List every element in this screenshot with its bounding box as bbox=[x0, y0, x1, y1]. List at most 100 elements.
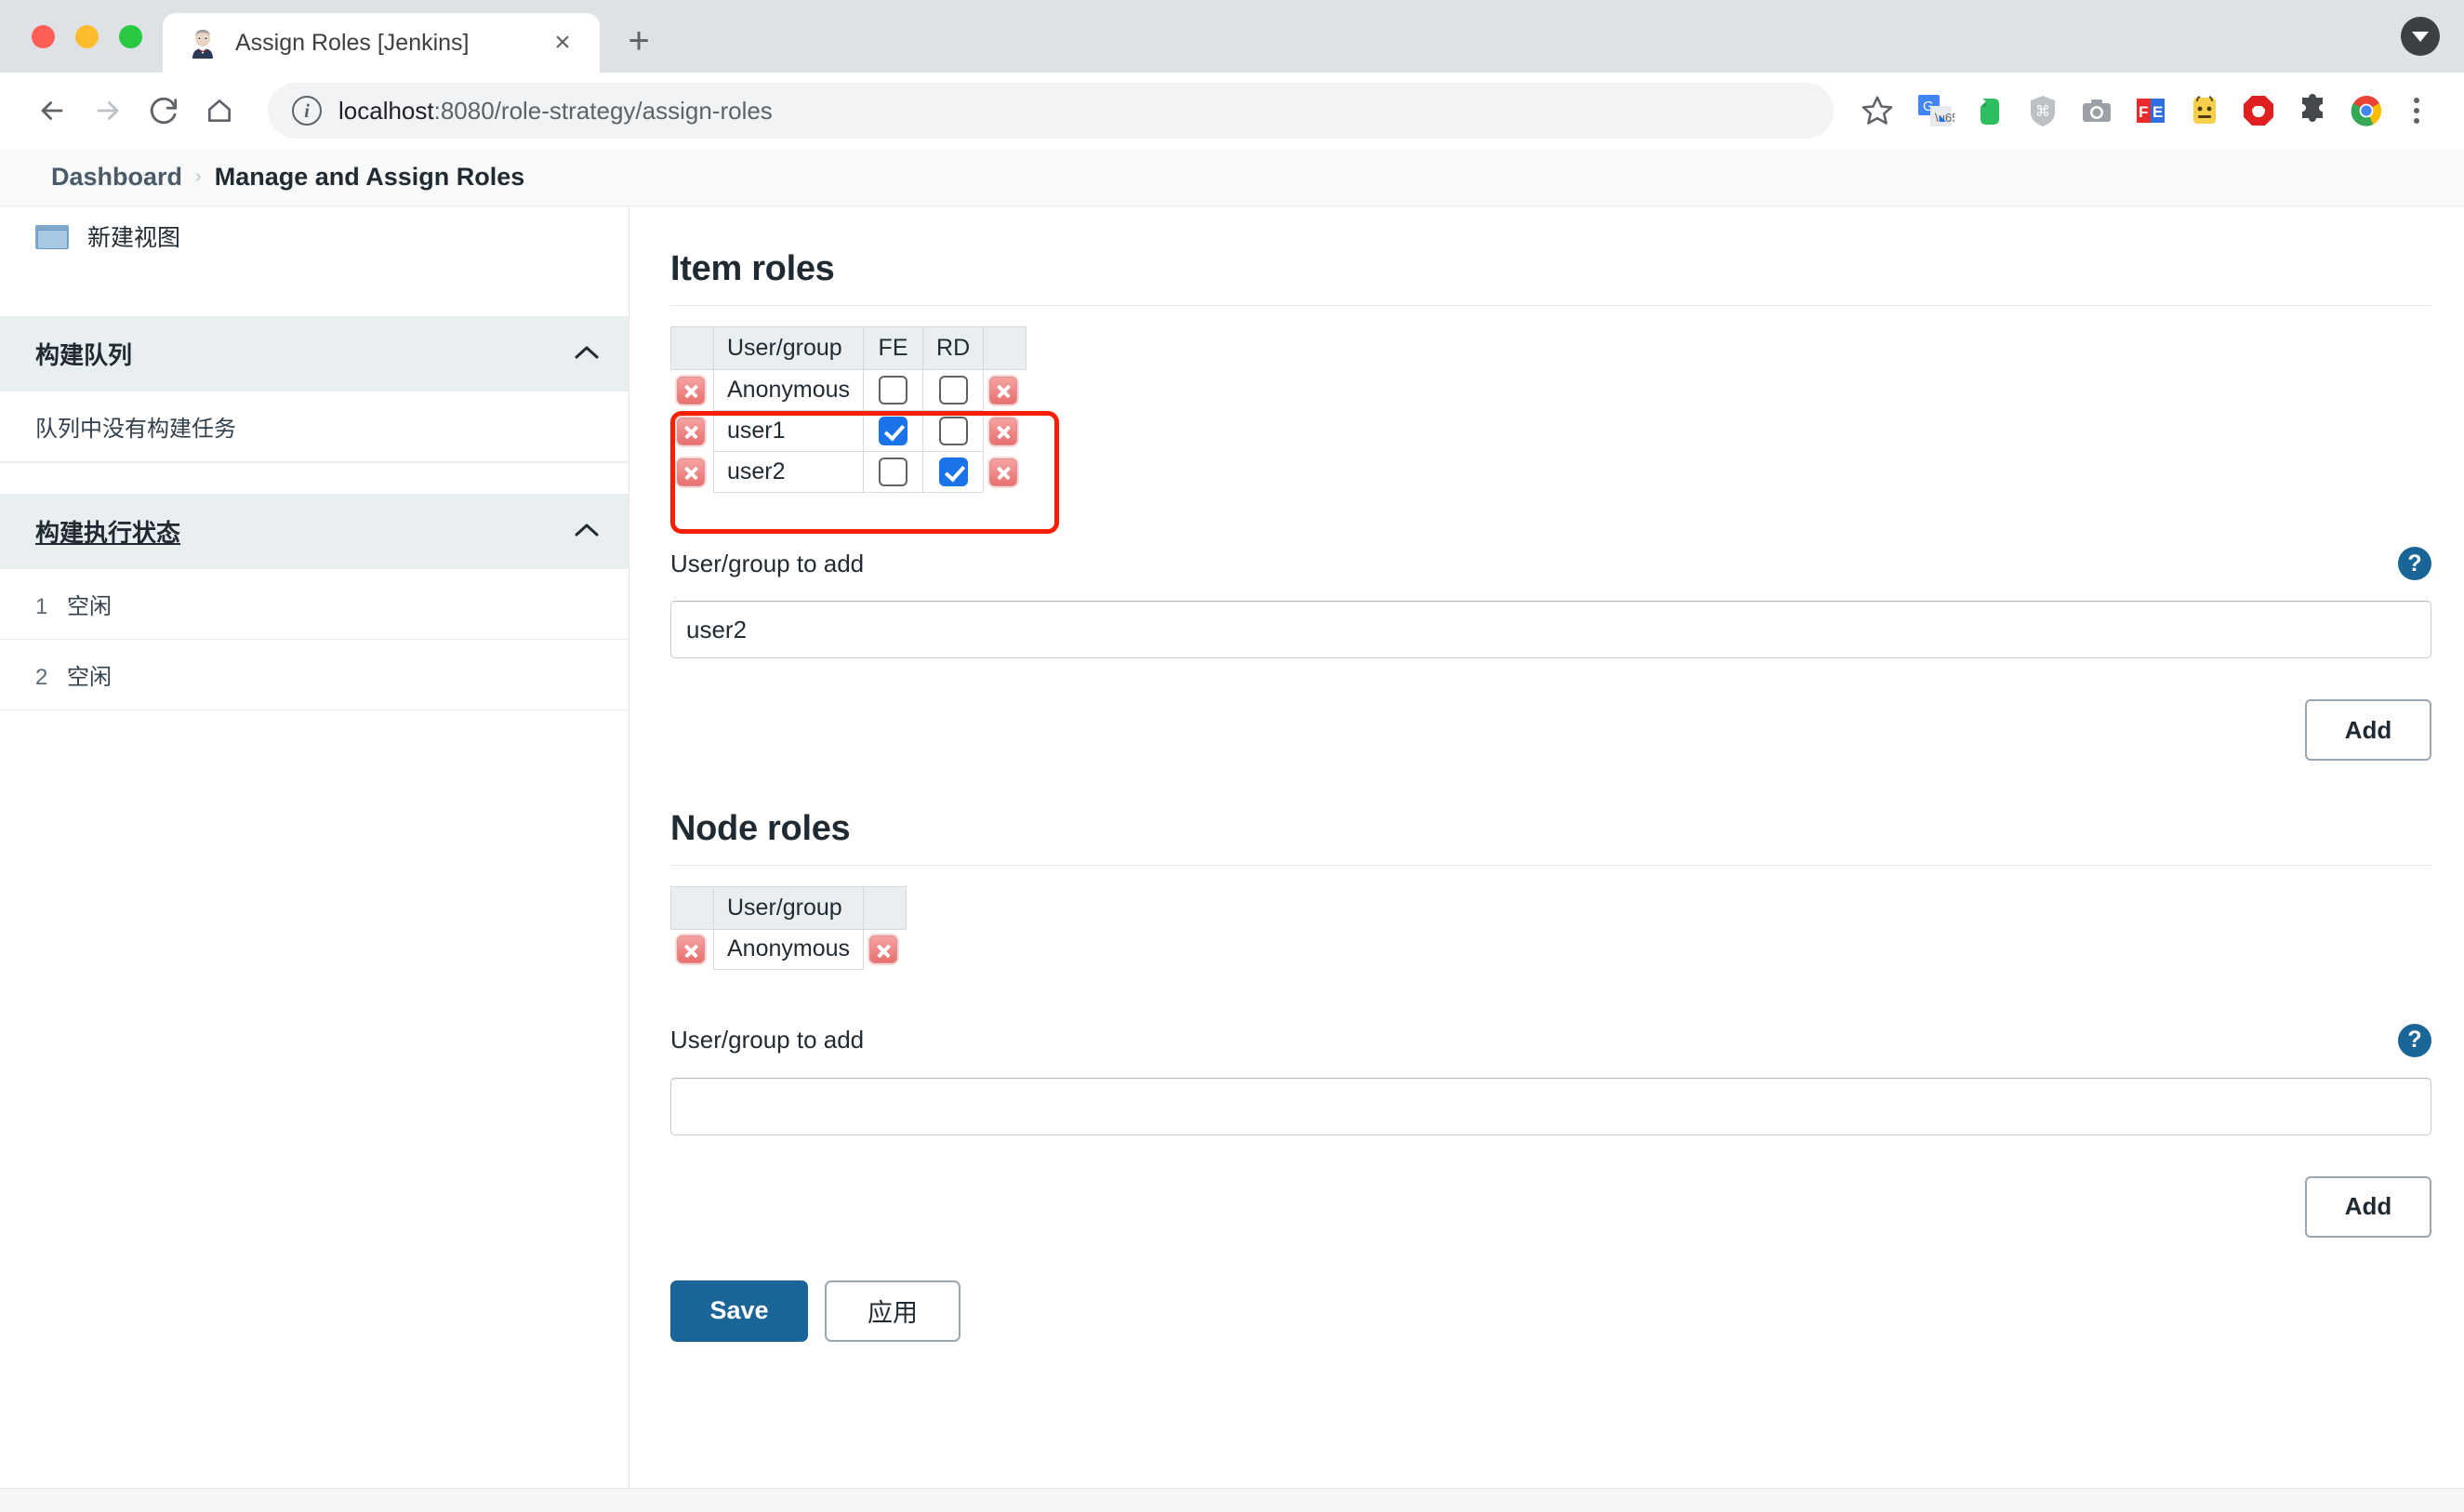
role-checkbox-rd[interactable] bbox=[938, 417, 968, 445]
browser-tab[interactable]: Assign Roles [Jenkins] × bbox=[163, 13, 600, 73]
item-roles-table-wrap: User/group FE RD Anonymous user1 user2 bbox=[670, 306, 2431, 534]
chevron-down-icon[interactable] bbox=[2401, 17, 2440, 56]
delete-x-icon[interactable] bbox=[989, 458, 1018, 486]
kebab-menu-icon[interactable] bbox=[2393, 87, 2440, 134]
chevron-up-icon[interactable] bbox=[573, 521, 601, 543]
delete-x-icon[interactable] bbox=[676, 458, 705, 486]
node-roles-add-field: User/group to add ? Add bbox=[670, 1023, 2431, 1238]
delete-cell-right bbox=[864, 930, 907, 970]
node-roles-title: Node roles bbox=[670, 809, 851, 848]
sidebar-item-label: 新建视图 bbox=[87, 225, 181, 251]
address-bar[interactable]: i localhost:8080/role-strategy/assign-ro… bbox=[268, 83, 1834, 139]
delete-x-icon[interactable] bbox=[676, 935, 705, 964]
minimize-window-button[interactable] bbox=[75, 25, 99, 48]
google-translate-icon[interactable]: G\u6587 bbox=[1914, 89, 1956, 132]
delete-x-icon[interactable] bbox=[869, 935, 898, 964]
checkbox-cell-fe bbox=[863, 410, 924, 452]
folder-front bbox=[37, 230, 68, 249]
forward-button[interactable] bbox=[80, 83, 136, 139]
url-host: localhost bbox=[338, 96, 434, 125]
screenshot-camera-icon[interactable] bbox=[2075, 89, 2118, 132]
user-group-to-add-input[interactable] bbox=[670, 1077, 2431, 1135]
chrome-profile-icon[interactable] bbox=[2345, 89, 2388, 132]
kebab-dot bbox=[2414, 118, 2419, 124]
robot-icon[interactable] bbox=[2183, 89, 2226, 132]
home-button[interactable] bbox=[192, 83, 247, 139]
page-footer bbox=[0, 1488, 2464, 1512]
executor-status: 空闲 bbox=[67, 665, 113, 690]
column-header-user-group: User/group bbox=[712, 886, 865, 930]
fe-icon[interactable]: FE bbox=[2129, 89, 2172, 132]
delete-x-icon[interactable] bbox=[676, 376, 705, 405]
table-row: user1 bbox=[671, 410, 1027, 452]
node-roles-table: User/group Anonymous bbox=[670, 886, 907, 970]
puzzle-piece-icon[interactable] bbox=[2291, 89, 2334, 132]
new-tab-button[interactable]: + bbox=[613, 15, 665, 67]
role-checkbox-fe[interactable] bbox=[879, 417, 908, 445]
sidebar-section-build-executor-status[interactable]: 构建执行状态 bbox=[0, 494, 629, 569]
role-checkbox-fe[interactable] bbox=[879, 376, 908, 405]
sidebar-section-title: 构建队列 bbox=[35, 341, 133, 369]
adblock-stop-icon[interactable] bbox=[2237, 89, 2280, 132]
delete-x-icon[interactable] bbox=[676, 417, 705, 445]
item-roles-title: Item roles bbox=[670, 249, 835, 288]
help-icon[interactable]: ? bbox=[2398, 1023, 2431, 1057]
close-tab-button[interactable]: × bbox=[544, 24, 581, 61]
header-spacer-right bbox=[983, 326, 1027, 370]
close-window-button[interactable] bbox=[32, 25, 55, 48]
table-header-row: User/group FE RD bbox=[670, 326, 1027, 370]
page-body: 新建视图 构建队列 队列中没有构建任务 构建执行状态 1 空闲 2 空闲 Ite… bbox=[0, 206, 2464, 1488]
role-checkbox-rd[interactable] bbox=[938, 458, 968, 486]
user-group-to-add-label: User/group to add bbox=[670, 1026, 865, 1054]
sidebar-spacer bbox=[0, 268, 629, 316]
delete-x-icon[interactable] bbox=[989, 417, 1018, 445]
chevron-up-icon[interactable] bbox=[573, 343, 601, 365]
add-item-role-button[interactable]: Add bbox=[2305, 699, 2431, 761]
sidebar-section-build-queue[interactable]: 构建队列 bbox=[0, 316, 629, 391]
browser-toolbar: i localhost:8080/role-strategy/assign-ro… bbox=[0, 73, 2464, 149]
command-shield-icon[interactable]: ⌘ bbox=[2021, 89, 2064, 132]
column-header-fe: FE bbox=[863, 326, 924, 370]
delete-cell-left bbox=[671, 370, 714, 411]
add-node-role-button[interactable]: Add bbox=[2305, 1175, 2431, 1238]
table-row: user2 bbox=[671, 451, 1027, 493]
sidebar-row-executor-1[interactable]: 1 空闲 bbox=[0, 569, 629, 640]
checkbox-cell-rd bbox=[922, 410, 985, 452]
apply-button[interactable]: 应用 bbox=[825, 1280, 960, 1342]
maximize-window-button[interactable] bbox=[119, 25, 142, 48]
delete-x-icon[interactable] bbox=[989, 376, 1018, 405]
header-spacer-left bbox=[670, 326, 714, 370]
table-row: Anonymous bbox=[671, 929, 907, 970]
tab-title: Assign Roles [Jenkins] bbox=[235, 29, 470, 56]
url-path: :8080/role-strategy/assign-roles bbox=[433, 96, 773, 125]
user-group-to-add-input[interactable] bbox=[670, 601, 2431, 658]
role-checkbox-fe[interactable] bbox=[879, 458, 908, 486]
delete-cell-left bbox=[671, 930, 714, 970]
column-header-rd: RD bbox=[922, 326, 985, 370]
help-icon[interactable]: ? bbox=[2398, 547, 2431, 580]
delete-cell-left bbox=[671, 411, 714, 452]
breadcrumb-item-current[interactable]: Manage and Assign Roles bbox=[215, 163, 525, 192]
site-info-icon[interactable]: i bbox=[292, 96, 322, 126]
sidebar-row-executor-2[interactable]: 2 空闲 bbox=[0, 640, 629, 710]
item-roles-table: User/group FE RD Anonymous user1 user2 bbox=[670, 326, 1027, 493]
sidebar-item-new-view[interactable]: 新建视图 bbox=[0, 206, 629, 268]
evernote-icon[interactable] bbox=[1967, 89, 2010, 132]
save-button[interactable]: Save bbox=[670, 1280, 808, 1342]
main-content: Item roles User/group FE RD Anonymous us… bbox=[629, 206, 2464, 1488]
user-group-cell: Anonymous bbox=[712, 929, 865, 970]
executor-number: 2 bbox=[35, 665, 48, 690]
svg-text:E: E bbox=[2153, 103, 2163, 121]
checkbox-cell-fe bbox=[863, 369, 924, 411]
column-header-user-group: User/group bbox=[712, 326, 865, 370]
delete-cell-left bbox=[671, 452, 714, 493]
delete-cell-right bbox=[984, 411, 1027, 452]
back-button[interactable] bbox=[24, 83, 80, 139]
breadcrumb-item-dashboard[interactable]: Dashboard bbox=[51, 163, 182, 192]
sidebar-row-text: 队列中没有构建任务 bbox=[35, 417, 236, 442]
reload-button[interactable] bbox=[136, 83, 192, 139]
role-checkbox-rd[interactable] bbox=[938, 376, 968, 405]
sidebar-section-title[interactable]: 构建执行状态 bbox=[35, 514, 180, 549]
bookmark-star-icon[interactable] bbox=[1848, 82, 1906, 139]
extensions-bar: G\u6587 ⌘ FE bbox=[1906, 89, 2388, 132]
